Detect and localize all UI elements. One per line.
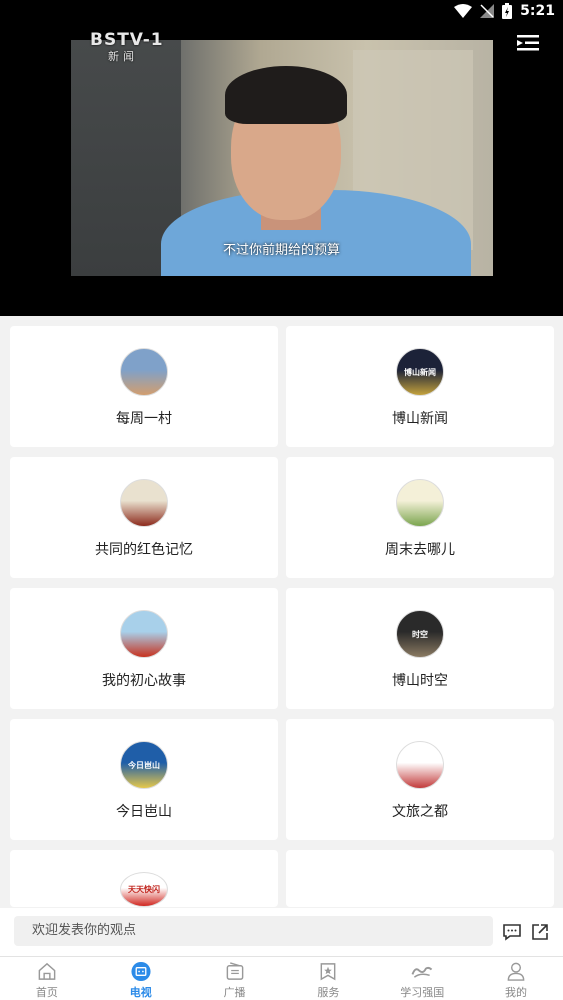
program-thumbnail-text	[397, 480, 443, 526]
nav-label-profile: 我的	[505, 986, 528, 999]
nav-label-tv: 电视	[129, 986, 152, 999]
program-card[interactable]: 周末去哪儿	[286, 457, 554, 578]
bottom-nav: 首页 电视 广播 服务 学习强国 我的	[0, 956, 563, 1000]
program-thumbnail	[120, 610, 168, 658]
program-thumbnail-text	[397, 742, 443, 788]
comment-bar: 欢迎发表你的观点	[0, 908, 563, 956]
program-thumbnail: 今日岜山	[120, 741, 168, 789]
status-bar: 5:21	[0, 0, 563, 26]
comment-input[interactable]: 欢迎发表你的观点	[14, 916, 493, 946]
status-time: 5:21	[520, 3, 555, 19]
video-subtitle: 不过你前期给的预算	[222, 243, 340, 258]
service-icon	[320, 963, 336, 981]
nav-label-home: 首页	[35, 986, 58, 999]
program-thumbnail-text	[121, 611, 167, 657]
xuexi-icon	[411, 966, 433, 978]
video-person-hair	[225, 66, 347, 124]
program-thumbnail-text: 博山新闻	[404, 367, 436, 377]
battery-charging-icon	[502, 3, 513, 19]
program-label: 今日岜山	[116, 804, 172, 820]
program-thumbnail-text	[121, 480, 167, 526]
comment-icon[interactable]	[502, 922, 522, 942]
program-card[interactable]: 时空 博山时空	[286, 588, 554, 709]
program-thumbnail: 时空	[396, 610, 444, 658]
program-thumbnail	[396, 741, 444, 789]
tv-icon	[131, 961, 151, 982]
program-label: 文旅之都	[392, 804, 448, 820]
program-thumbnail	[396, 479, 444, 527]
nav-service[interactable]: 服务	[281, 957, 375, 1000]
nav-radio[interactable]: 广播	[188, 957, 282, 1000]
nav-xuexi[interactable]: 学习强国	[375, 957, 469, 1000]
program-card[interactable]: 共同的红色记忆	[10, 457, 278, 578]
program-thumbnail-text: 时空	[412, 629, 428, 639]
program-thumbnail-text: 天天快闪	[128, 885, 160, 894]
channel-logo: BSTV-1	[90, 30, 164, 50]
home-icon	[38, 962, 56, 980]
radio-icon	[226, 962, 243, 980]
program-card[interactable]: 今日岜山 今日岜山	[10, 719, 278, 840]
program-label: 博山时空	[392, 673, 448, 689]
nav-label-service: 服务	[317, 986, 340, 999]
program-thumbnail-text: 今日岜山	[128, 760, 160, 770]
playlist-icon[interactable]	[517, 34, 539, 52]
no-signal-icon	[480, 4, 495, 18]
program-label: 我的初心故事	[102, 673, 186, 689]
nav-label-radio: 广播	[223, 986, 246, 999]
program-card[interactable]: 天天快闪	[10, 850, 278, 907]
program-card[interactable]: 博山新闻 博山新闻	[286, 326, 554, 447]
nav-profile[interactable]: 我的	[469, 957, 563, 1000]
nav-label-xuexi: 学习强国	[400, 986, 445, 999]
nav-tv[interactable]: 电视	[94, 957, 188, 1000]
wifi-icon	[454, 4, 473, 18]
program-label: 共同的红色记忆	[95, 542, 193, 558]
program-card[interactable]: 我的初心故事	[10, 588, 278, 709]
video-player[interactable]: BSTV-1 新闻 不过你前期给的预算	[0, 26, 563, 316]
program-card[interactable]: 文旅之都	[286, 719, 554, 840]
program-grid: 每周一村 博山新闻 博山新闻 共同的红色记忆 周末去哪儿 我的初心故事 时空 博山时空 今日岜山…	[10, 326, 554, 907]
program-thumbnail: 博山新闻	[396, 348, 444, 396]
program-label: 博山新闻	[392, 411, 448, 427]
program-thumbnail-text	[121, 349, 167, 395]
profile-icon	[507, 962, 525, 981]
program-card[interactable]	[286, 850, 554, 907]
program-thumbnail: 天天快闪	[120, 872, 168, 907]
status-icons: 5:21	[454, 3, 555, 19]
share-icon[interactable]	[530, 922, 550, 942]
program-thumbnail	[120, 479, 168, 527]
program-card[interactable]: 每周一村	[10, 326, 278, 447]
program-thumbnail	[120, 348, 168, 396]
channel-sub: 新闻	[108, 50, 138, 63]
program-label: 周末去哪儿	[385, 542, 455, 558]
program-label: 每周一村	[116, 411, 172, 427]
nav-home[interactable]: 首页	[0, 957, 94, 1000]
